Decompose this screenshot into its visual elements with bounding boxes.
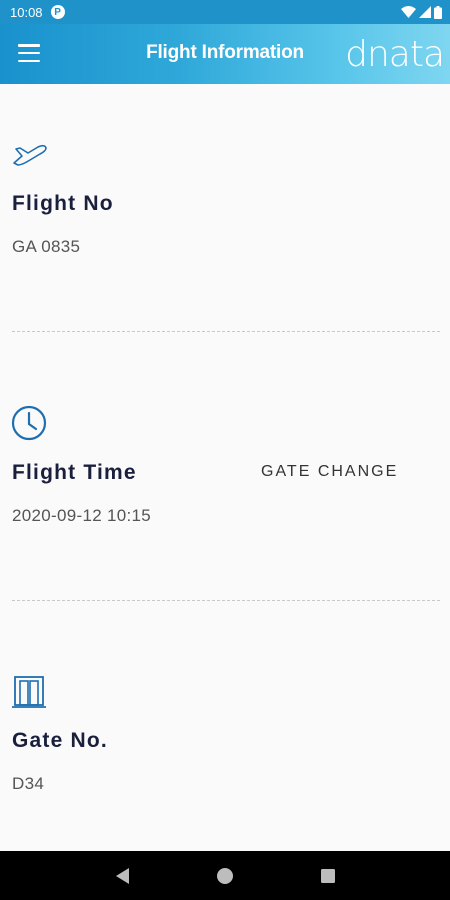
divider [12, 600, 440, 601]
gate-no-label: Gate No. [12, 729, 108, 752]
home-icon [216, 867, 233, 884]
wifi-icon [401, 6, 416, 18]
system-nav-bar [0, 851, 450, 900]
home-button[interactable] [205, 856, 245, 896]
recents-icon [321, 868, 336, 883]
back-icon [115, 867, 129, 884]
battery-icon [434, 5, 442, 19]
gate-no-value: D34 [12, 774, 45, 793]
status-bar: 10:08 P [0, 0, 450, 24]
divider [12, 331, 440, 332]
status-time: 10:08 [10, 4, 43, 20]
gate-door-icon [12, 676, 46, 708]
dnata-logo: dnata [345, 34, 445, 75]
flight-no-value: GA 0835 [12, 237, 81, 256]
app-bar: Flight Information dnata [0, 24, 450, 84]
back-button[interactable] [102, 856, 142, 896]
flight-time-value: 2020-09-12 10:15 [12, 506, 152, 525]
flight-no-label: Flight No [12, 192, 114, 215]
airplane-icon [13, 144, 47, 166]
gate-change-badge: GATE CHANGE [261, 463, 399, 480]
signal-icon [419, 6, 431, 18]
notification-icon: P [50, 5, 65, 19]
clock-icon [11, 405, 47, 441]
flight-time-label: Flight Time [12, 461, 137, 484]
recents-button[interactable] [308, 856, 348, 896]
